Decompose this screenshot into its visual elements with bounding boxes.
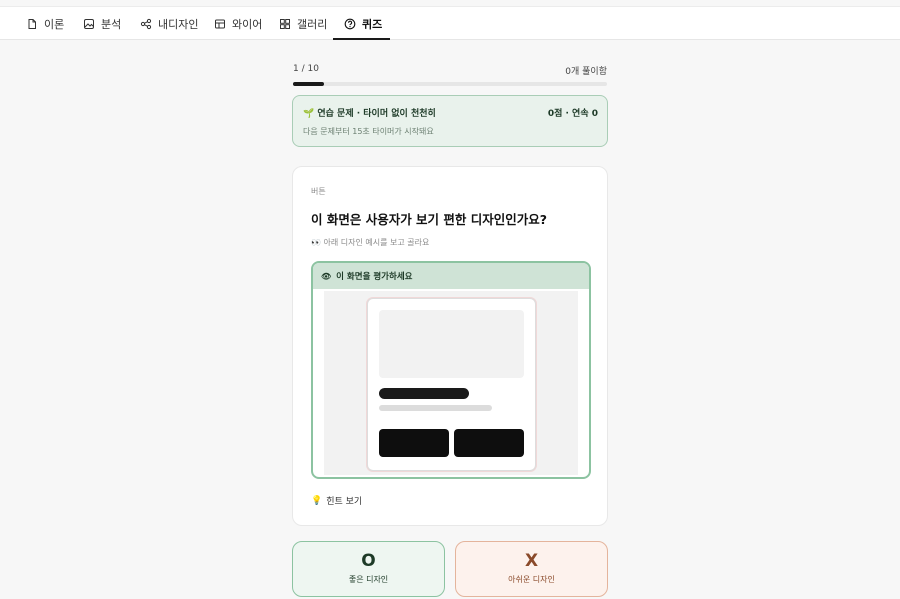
- progress-bar-fill: [293, 82, 325, 86]
- tab-theory[interactable]: 이론: [26, 7, 64, 40]
- score-streak: 0점 · 연속 0: [547, 109, 598, 119]
- tab-wire[interactable]: 와이어: [214, 7, 262, 40]
- question-instruction: 👀 아래 디자인 예시를 보고 골라요: [311, 238, 430, 247]
- bad-symbol: X: [524, 551, 539, 571]
- image-icon: [83, 18, 95, 30]
- tab-label: 이론: [44, 17, 65, 31]
- hint-button[interactable]: 💡 힌트 보기: [311, 494, 363, 508]
- progress-counter: 1 / 10: [293, 64, 319, 74]
- active-tab-indicator: [333, 38, 390, 40]
- question-card: 버튼 이 화면은 사용자가 보기 편한 디자인인가요? 👀 아래 디자인 예시를…: [292, 166, 608, 526]
- bad-design-button[interactable]: X 아쉬운 디자인: [455, 541, 608, 597]
- lightbulb-icon: 💡: [311, 495, 323, 506]
- mock-image-placeholder: [379, 310, 524, 378]
- tab-quiz[interactable]: 퀴즈: [344, 7, 382, 40]
- practice-title: 🌱 연습 문제 · 타이머 없이 천천히: [303, 109, 436, 119]
- good-label: 좋은 디자인: [348, 575, 389, 584]
- progress-bar: [293, 82, 607, 86]
- question-icon: [344, 18, 356, 30]
- bad-label: 아쉬운 디자인: [508, 575, 555, 584]
- tab-label: 갤러리: [297, 17, 328, 31]
- tab-label: 와이어: [232, 17, 263, 31]
- tab-label: 분석: [101, 17, 122, 31]
- hint-label: 힌트 보기: [326, 497, 363, 507]
- tab-label: 퀴즈: [362, 17, 383, 31]
- layout-icon: [214, 18, 226, 30]
- top-nav: 이론 분석 내디자인 와이어 갤러리 퀴즈: [0, 6, 900, 40]
- share-icon: [140, 18, 152, 30]
- grid-icon: [279, 18, 291, 30]
- preview-header: 👁 이 화면을 평가하세요: [313, 263, 589, 289]
- tab-gallery[interactable]: 갤러리: [279, 7, 327, 40]
- question-category: 버튼: [311, 187, 326, 196]
- question-text: 이 화면은 사용자가 보기 편한 디자인인가요?: [311, 212, 548, 227]
- tab-label: 내디자인: [158, 17, 199, 31]
- mock-button-primary: [379, 429, 449, 457]
- tab-my-design[interactable]: 내디자인: [140, 7, 198, 40]
- preview-canvas: [324, 291, 578, 475]
- preview-header-label: 이 화면을 평가하세요: [336, 272, 413, 282]
- document-icon: [26, 18, 38, 30]
- eye-icon: 👁: [321, 271, 332, 281]
- design-preview: 👁 이 화면을 평가하세요: [311, 261, 591, 479]
- mock-text-bar: [379, 405, 492, 411]
- mock-button-secondary: [454, 429, 524, 457]
- mock-card: [367, 298, 536, 471]
- mock-title-bar: [379, 388, 469, 399]
- good-symbol: O: [361, 551, 376, 571]
- tab-analysis[interactable]: 분석: [83, 7, 121, 40]
- practice-subtitle: 다음 문제부터 15초 타이머가 시작돼요: [303, 127, 434, 136]
- good-design-button[interactable]: O 좋은 디자인: [292, 541, 445, 597]
- solved-count: 0개 풀이함: [565, 67, 607, 77]
- practice-banner: 🌱 연습 문제 · 타이머 없이 천천히 0점 · 연속 0 다음 문제부터 1…: [292, 95, 608, 147]
